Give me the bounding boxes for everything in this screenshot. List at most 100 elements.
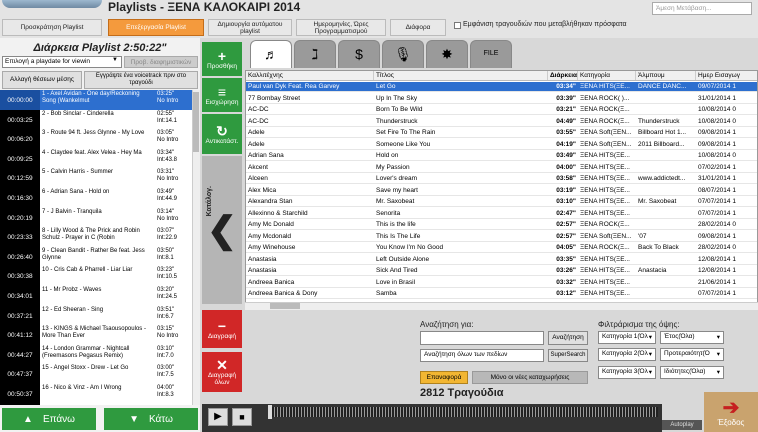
playlist-row-time: 00:16:30: [0, 188, 40, 209]
filter-year-value: Έτος(Όλα): [664, 333, 695, 340]
table-cell: ΞΕΝΑ HITS(ΞΕ...: [580, 198, 630, 205]
table-row[interactable]: Paul van Dyk Feat. Rea Garvey Let Go 03:34…: [246, 82, 757, 92]
table-row[interactable]: Anastasia Sick And Tired 03:26" ΞΕΝΑ HITS(Ξ…: [246, 266, 757, 276]
table-row[interactable]: AC-DC Thunderstruck 04:49" ΞΕΝΑ ROCK(Ξ... Th…: [246, 117, 757, 127]
table-cell: 03:39": [556, 94, 576, 102]
table-cell: ΞΕΝΑ HITS(ΞΕ...: [580, 152, 630, 159]
playlist-row-title: 7 - J Balvin - Tranquila: [40, 207, 155, 229]
playlist-row-duration: 03:15" No Intro: [155, 325, 192, 347]
filter-category1-select[interactable]: Κατηγορία 1(Όλ ▾: [598, 331, 656, 344]
table-row[interactable]: Andreea Banica Love in Brasil 03:32" ΞΕΝΑ H…: [246, 278, 757, 288]
restore-button[interactable]: Επαναφορά: [420, 371, 468, 384]
column-header[interactable]: Ημερ Εισαγωγ: [696, 71, 757, 80]
autoplay-button[interactable]: Autoplay: [662, 420, 702, 430]
search-field-select[interactable]: Αναζήτηση όλων των πεδίων: [420, 349, 544, 362]
show-new-checkbox[interactable]: [454, 22, 461, 29]
burst-icon[interactable]: ✸: [426, 40, 468, 68]
table-row[interactable]: Amy Mcdonald This Is The Life 02:57" ΞΕΝΑ S…: [246, 232, 757, 242]
search-input[interactable]: [420, 331, 544, 345]
progress-track[interactable]: [268, 407, 658, 417]
delete-all-button[interactable]: ✕ Διαγραφή όλων: [202, 352, 242, 392]
playlist-row-time: 00:30:38: [0, 266, 40, 288]
table-hscrollbar[interactable]: [245, 302, 758, 310]
filter-category2-select[interactable]: Κατηγορία 2(Όλ ▾: [598, 348, 656, 361]
move-down-button[interactable]: ▼ Κάτω: [104, 408, 198, 430]
chevron-left-icon: ❮: [206, 209, 238, 250]
new-entries-button[interactable]: Μόνο οι νέες καταχωρήσεις: [472, 371, 588, 384]
tab-auto-playlist[interactable]: Δημιουργία αυτόματου playlist: [208, 19, 292, 36]
dollar-icon[interactable]: $: [338, 40, 380, 68]
table-row[interactable]: Andreea Banica & Dony Samba 03:12" ΞΕΝΑ HIT…: [246, 289, 757, 299]
supersearch-button[interactable]: SuperSearch: [548, 349, 588, 362]
table-row[interactable]: Adele Set Fire To The Rain 03:55" ΞΕΝΑ Soft…: [246, 128, 757, 138]
table-row[interactable]: 77 Bombay Street Up In The Sky 03:39" ΞΕΝΑ …: [246, 94, 757, 104]
column-header[interactable]: Τίτλος: [374, 71, 548, 80]
filter-year-select[interactable]: Έτος(Όλα) ▾: [660, 331, 724, 344]
microphone-icon[interactable]: 🎙: [382, 40, 424, 68]
table-row[interactable]: AC-DC Born To Be Wild 03:21" ΞΕΝΑ ROCK(Ξ...…: [246, 105, 757, 115]
table-row[interactable]: Allexinno & Starchild Senorita 02:47" ΞΕΝΑ …: [246, 209, 757, 219]
table-row[interactable]: Adele Someone Like You 04:19" ΞΕΝΑ Soft(ΞΕΝ…: [246, 140, 757, 150]
progress-knob[interactable]: [268, 405, 272, 419]
table-row[interactable]: Alceen Lover's dream 03:58" ΞΕΝΑ HITS(ΞΕ...…: [246, 174, 757, 184]
delete-button[interactable]: − Διαγραφή: [202, 310, 242, 348]
table-cell: 77 Bombay Street: [248, 94, 301, 102]
column-header[interactable]: Διάρκεια: [548, 71, 578, 80]
filter-attributes-select[interactable]: Ιδιότητες(Όλα) ▾: [660, 366, 724, 379]
play-button[interactable]: ▶: [208, 408, 228, 426]
change-positions-button[interactable]: Αλλαγή θέσεων μέσης: [2, 71, 82, 89]
search-button[interactable]: Αναζήτηση: [548, 331, 588, 345]
filter-category3-select[interactable]: Κατηγορία 3(Όλ ▾: [598, 366, 656, 379]
playdate-select[interactable]: Επιλογή a playdate for viewin: [2, 56, 122, 68]
table-cell: Adele: [248, 140, 265, 148]
table-row[interactable]: Alexandra Stan Mr. Saxobeat 03:10" ΞΕΝΑ HIT…: [246, 197, 757, 207]
move-up-button[interactable]: ▲ Επάνω: [2, 408, 96, 430]
table-cell: Up In The Sky: [376, 94, 418, 102]
table-row[interactable]: Amy Winehouse You Know I'm No Good 04:05" Ξ…: [246, 243, 757, 253]
table-row[interactable]: Anastasia Left Outside Alone 03:35" ΞΕΝΑ HI…: [246, 255, 757, 265]
chevron-down-icon: ▾: [716, 334, 720, 341]
stop-button[interactable]: ■: [232, 408, 252, 426]
playlist-row-intro: Int:8.1: [157, 254, 174, 261]
playlist-row-title: 6 - Adrian Sana - Hold on: [40, 188, 155, 209]
insert-button[interactable]: ≡ Εισχώρηση: [202, 78, 242, 112]
note-icon[interactable]: ♬: [250, 40, 292, 68]
voicetrack-button[interactable]: Εγγράψτε ένα voicetrack πριν στο τραγούδ…: [84, 71, 198, 89]
table-cell: [636, 289, 696, 298]
playlist-row-intro: Int:6.7: [157, 313, 174, 320]
walk-icon[interactable]: ℷ: [294, 40, 336, 68]
column-header[interactable]: Καλλιτέχνης: [246, 71, 374, 80]
table-row[interactable]: Adrian Sana Hold on 03:49" ΞΕΝΑ HITS(ΞΕ... 1…: [246, 151, 757, 161]
table-cell: 10/08/2014 0: [698, 117, 736, 125]
insert-label: Εισχώρηση: [205, 98, 239, 106]
playlist-row-length: 03:00": [157, 365, 175, 372]
exit-button[interactable]: ➔ Έξοδος: [704, 392, 758, 432]
quick-search-input[interactable]: Άμεση Μετάβαση...: [652, 2, 752, 15]
table-row[interactable]: Amy Mc Donald This is the life 02:57" ΞΕΝΑ …: [246, 220, 757, 230]
add-button[interactable]: + Προσθήκη: [202, 42, 242, 76]
playlist-row[interactable]: 00:50:37 16 - Nico & Vinz - Am I Wrong 04:…: [0, 384, 200, 405]
file-icon[interactable]: FILE: [470, 40, 512, 68]
filter-category1-value: Κατηγορία 1(Όλ: [602, 333, 648, 340]
table-row[interactable]: Akcent My Passion 04:00" ΞΕΝΑ HITS(ΞΕ... 07/…: [246, 163, 757, 173]
table-cell: [636, 255, 696, 264]
table-row[interactable]: Alex Mica Save my heart 03:19" ΞΕΝΑ HITS(ΞΕ…: [246, 186, 757, 196]
replace-icon: ↻: [216, 122, 228, 139]
playlist-row-duration: 02:55" Int:14.1: [155, 109, 192, 131]
filter-label: Φιλτράρισμα της όψης:: [598, 320, 680, 329]
tab-misc[interactable]: Διάφορα: [390, 19, 446, 36]
column-header[interactable]: Κατηγορία: [578, 71, 636, 80]
tab-schedule[interactable]: Ημερομηνίες, Ώρες Προγραμματισμού: [296, 19, 386, 36]
table-hscroll-thumb[interactable]: [270, 303, 300, 309]
table-cell: [636, 105, 696, 114]
catalog-button[interactable]: Κατάλογ. ❮: [202, 156, 242, 304]
tab-reserve-playlist[interactable]: Προσκράτηση Playlist: [2, 19, 102, 36]
playlist-row-length: 03:15": [157, 326, 175, 333]
playlist-scroll-thumb[interactable]: [193, 92, 199, 152]
column-header[interactable]: Άλμπουμ: [636, 71, 696, 80]
tab-edit-playlist[interactable]: Επεξεργασία Playlist: [108, 19, 204, 36]
filter-priority-select[interactable]: Προτεραιότητ(Ό ▾: [660, 348, 724, 361]
replace-button[interactable]: ↻ Αντικατάστ.: [202, 114, 242, 154]
preview-ads-button[interactable]: Προβ. διαφημιστικών: [124, 56, 198, 68]
playlist-row-time: 00:26:40: [0, 246, 40, 268]
